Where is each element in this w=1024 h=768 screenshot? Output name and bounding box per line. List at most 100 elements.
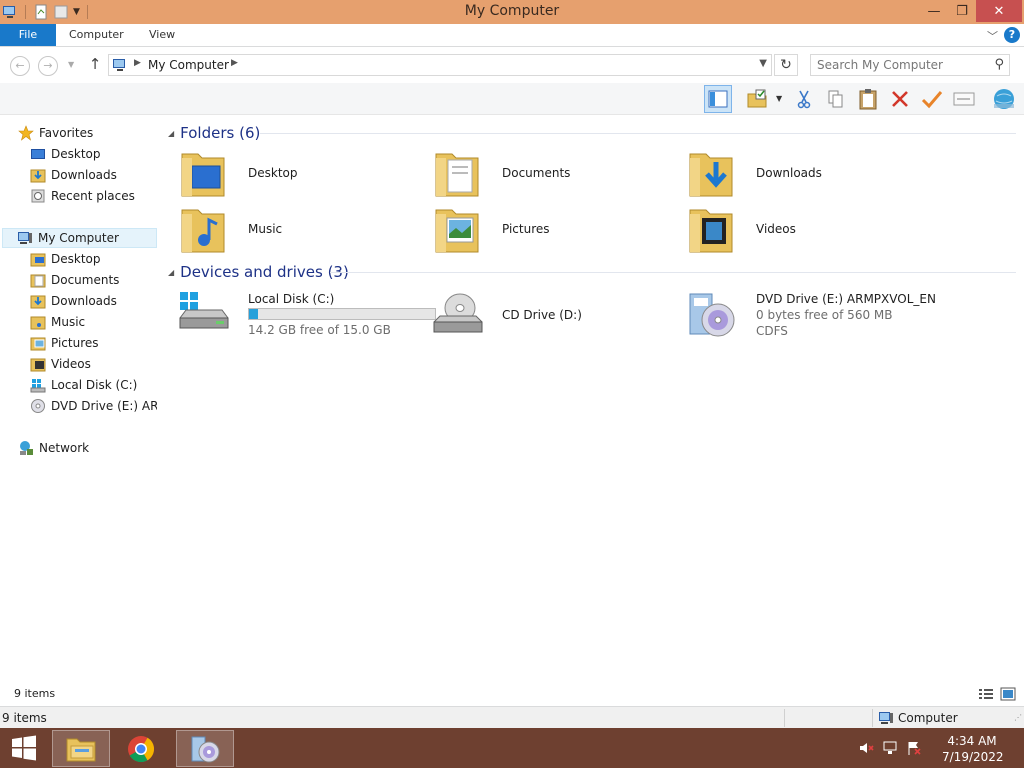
sidebar-item-label: Downloads bbox=[51, 168, 117, 182]
network-status-icon[interactable] bbox=[882, 740, 898, 756]
sidebar-item-dvd-drive[interactable]: DVD Drive (E:) ARMPXVOL_EN bbox=[30, 396, 157, 416]
folder-name: Music bbox=[248, 222, 283, 236]
folder-name: Pictures bbox=[502, 222, 550, 236]
search-icon[interactable]: ⚲ bbox=[994, 57, 1004, 72]
content-pane: ◢ Folders (6) Desktop Documents Download… bbox=[160, 116, 1024, 680]
folder-tile-videos[interactable]: Videos bbox=[686, 204, 936, 260]
title-bar[interactable]: ▼ My Computer — ❐ ✕ bbox=[0, 0, 1024, 24]
back-button[interactable]: ← bbox=[10, 56, 30, 76]
sidebar-item-label: Favorites bbox=[39, 126, 94, 140]
window-status-bar: 9 items Computer ⋰ bbox=[0, 706, 1024, 728]
desktop-icon bbox=[31, 149, 45, 159]
minimize-button[interactable]: — bbox=[920, 0, 948, 22]
sidebar-item-label: DVD Drive (E:) ARMPXVOL_EN bbox=[51, 399, 157, 413]
rename-button[interactable] bbox=[918, 85, 946, 113]
resize-grip-icon[interactable]: ⋰ bbox=[1014, 713, 1022, 722]
network-location-button[interactable] bbox=[990, 85, 1018, 113]
breadcrumb-arrow-icon[interactable]: ▶ bbox=[231, 58, 238, 68]
tab-computer[interactable]: Computer bbox=[55, 24, 138, 46]
drive-tile-local-disk[interactable]: Local Disk (C:) 14.2 GB free of 15.0 GB bbox=[178, 288, 438, 344]
paste-button[interactable] bbox=[854, 85, 882, 113]
group-title: Devices and drives (3) bbox=[180, 263, 349, 281]
expand-ribbon-icon[interactable]: ﹀ bbox=[987, 28, 998, 44]
drive-name: DVD Drive (E:) ARMPXVOL_EN bbox=[756, 292, 936, 306]
dvd-drive-icon bbox=[31, 399, 45, 413]
local-disk-icon bbox=[179, 292, 229, 329]
desktop-folder-icon bbox=[181, 153, 225, 197]
taskbar-file-explorer[interactable] bbox=[52, 730, 110, 767]
group-title: Folders (6) bbox=[180, 124, 261, 142]
check-boxes-button[interactable] bbox=[744, 85, 772, 113]
checkmark-icon bbox=[921, 91, 943, 109]
start-button[interactable] bbox=[0, 728, 48, 768]
sidebar-item-label: Videos bbox=[51, 357, 91, 371]
capacity-bar bbox=[248, 308, 436, 320]
dropdown-arrow-icon[interactable]: ▼ bbox=[776, 94, 782, 103]
taskbar-dvd-drive[interactable] bbox=[176, 730, 234, 767]
sidebar-item-network[interactable]: Network bbox=[18, 438, 175, 458]
navigation-bar: ← → ▼ ↑ ▶ My Computer ▶ ▼ ↻ ⚲ bbox=[0, 48, 1024, 82]
layout-icon bbox=[708, 90, 728, 108]
clock[interactable]: 4:34 AM 7/19/2022 bbox=[942, 733, 1004, 765]
navigation-pane-button[interactable] bbox=[704, 85, 732, 113]
breadcrumb-my-computer[interactable]: My Computer bbox=[148, 58, 229, 72]
folder-tile-pictures[interactable]: Pictures bbox=[432, 204, 682, 260]
search-input[interactable] bbox=[817, 57, 985, 73]
tab-view[interactable]: View bbox=[135, 24, 189, 46]
recent-locations-icon[interactable]: ▼ bbox=[68, 60, 74, 69]
sidebar-item-label: My Computer bbox=[38, 231, 119, 245]
volume-muted-icon[interactable] bbox=[858, 740, 874, 756]
breadcrumb-arrow-icon[interactable]: ▶ bbox=[134, 58, 141, 68]
cut-button[interactable] bbox=[790, 85, 818, 113]
large-icons-view-icon[interactable] bbox=[1000, 686, 1016, 702]
folder-tile-documents[interactable]: Documents bbox=[432, 148, 682, 204]
folder-tile-desktop[interactable]: Desktop bbox=[178, 148, 428, 204]
group-divider bbox=[330, 272, 1016, 273]
delete-icon bbox=[892, 91, 908, 107]
ribbon-tabs: File Computer View ﹀ ? bbox=[0, 24, 1024, 47]
sidebar-item-label: Downloads bbox=[51, 294, 117, 308]
documents-folder-icon bbox=[30, 274, 46, 288]
properties-card-icon bbox=[953, 92, 975, 106]
folders-group-header[interactable]: ◢ Folders (6) bbox=[168, 123, 260, 143]
search-box[interactable]: ⚲ bbox=[810, 54, 1010, 76]
item-count: 9 items bbox=[2, 711, 47, 725]
sidebar-item-my-computer[interactable]: My Computer bbox=[2, 228, 157, 248]
details-view-icon[interactable] bbox=[978, 686, 994, 702]
drive-name: Local Disk (C:) bbox=[248, 292, 335, 306]
downloads-folder-icon bbox=[30, 169, 46, 183]
checkbox-folder-icon bbox=[747, 89, 767, 108]
drive-tile-dvd[interactable]: DVD Drive (E:) ARMPXVOL_EN 0 bytes free … bbox=[686, 288, 1016, 344]
copy-icon bbox=[828, 90, 843, 108]
desktop-folder-icon bbox=[30, 253, 46, 267]
close-button[interactable]: ✕ bbox=[976, 0, 1022, 22]
refresh-button[interactable]: ↻ bbox=[774, 54, 798, 76]
collapse-icon[interactable]: ◢ bbox=[168, 268, 174, 277]
address-history-icon[interactable]: ▼ bbox=[759, 58, 767, 69]
sidebar-item-favorites[interactable]: Favorites bbox=[18, 123, 175, 143]
sidebar-item-label: Music bbox=[51, 315, 86, 329]
local-disk-icon bbox=[30, 379, 46, 393]
explorer-window: ▼ My Computer — ❐ ✕ File Computer View ﹀… bbox=[0, 0, 1024, 728]
drive-free-space: 0 bytes free of 560 MB bbox=[756, 308, 893, 322]
taskbar-chrome[interactable] bbox=[112, 730, 170, 767]
tab-file[interactable]: File bbox=[0, 24, 56, 46]
maximize-button[interactable]: ❐ bbox=[948, 0, 976, 22]
delete-button[interactable] bbox=[886, 85, 914, 113]
scissors-icon bbox=[797, 90, 811, 109]
folder-tile-music[interactable]: Music bbox=[178, 204, 428, 260]
file-explorer-icon bbox=[66, 738, 96, 761]
address-bar[interactable]: ▶ My Computer ▶ ▼ bbox=[108, 54, 772, 76]
computer-icon bbox=[18, 232, 32, 244]
folder-tile-downloads[interactable]: Downloads bbox=[686, 148, 936, 204]
copy-button[interactable] bbox=[822, 85, 850, 113]
forward-button[interactable]: → bbox=[38, 56, 58, 76]
drive-tile-cd[interactable]: CD Drive (D:) bbox=[432, 288, 682, 344]
properties-button[interactable] bbox=[950, 85, 978, 113]
star-icon bbox=[18, 125, 34, 141]
collapse-icon[interactable]: ◢ bbox=[168, 129, 174, 138]
up-button[interactable]: ↑ bbox=[86, 55, 104, 75]
action-center-flag-icon[interactable] bbox=[906, 740, 922, 756]
drives-group-header[interactable]: ◢ Devices and drives (3) bbox=[168, 262, 349, 282]
help-icon[interactable]: ? bbox=[1004, 27, 1020, 43]
